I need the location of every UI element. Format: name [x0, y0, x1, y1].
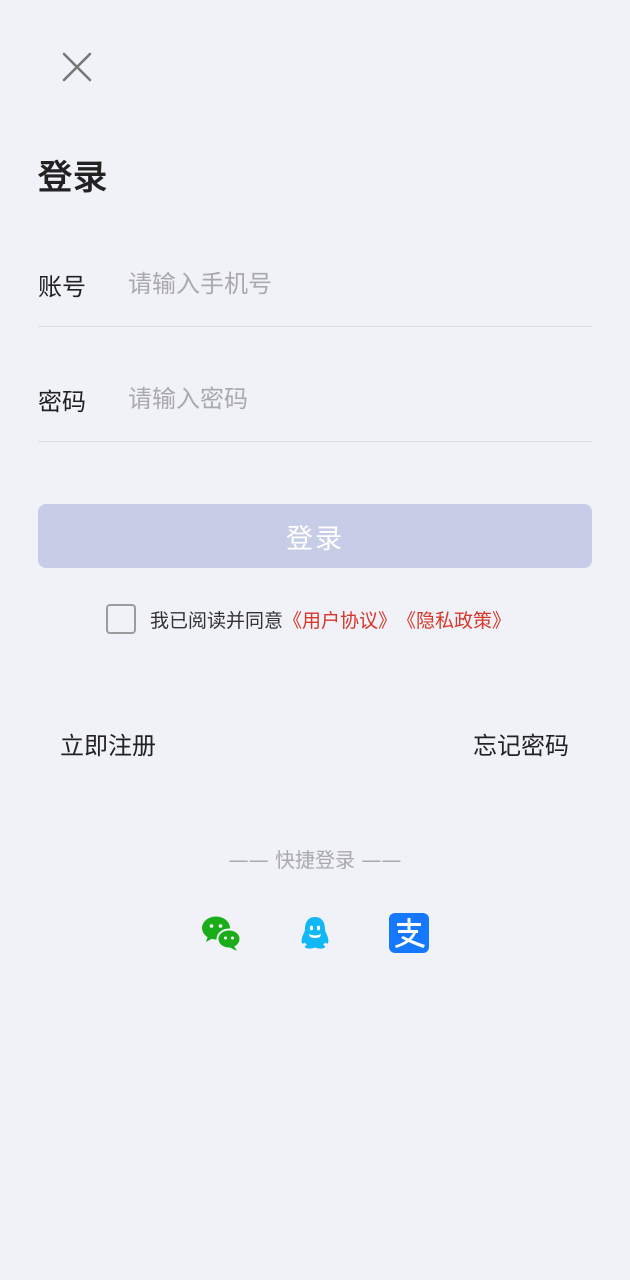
alipay-icon [389, 913, 429, 953]
qq-icon [301, 917, 329, 949]
agreement-checkbox[interactable] [106, 604, 136, 634]
agreement-text: 我已阅读并同意 [150, 609, 284, 632]
password-label: 密码 [38, 387, 86, 416]
qq-login-button[interactable] [294, 912, 336, 954]
quick-login-title: —— 快捷登录 —— [228, 848, 402, 872]
register-link[interactable]: 立即注册 [60, 726, 156, 761]
password-input[interactable] [128, 379, 592, 419]
forgot-password-link[interactable]: 忘记密码 [473, 726, 569, 761]
account-label: 账号 [38, 272, 86, 301]
alipay-login-button[interactable] [388, 912, 430, 954]
phone-input[interactable] [128, 264, 592, 304]
account-field-row: 账号 [38, 254, 592, 314]
privacy-policy-link[interactable]: 《隐私政策》 [397, 606, 511, 633]
login-button[interactable]: 登录 [38, 504, 592, 568]
divider [38, 441, 592, 442]
user-agreement-link[interactable]: 《用户协议》 [283, 606, 397, 633]
agreement-row: 我已阅读并同意 《用户协议》 《隐私政策》 [106, 603, 511, 635]
close-button[interactable] [58, 48, 96, 86]
divider [38, 326, 592, 327]
page-title: 登录 [38, 158, 108, 198]
password-field-row: 密码 [38, 369, 592, 429]
wechat-login-button[interactable] [200, 912, 242, 954]
wechat-icon [202, 916, 242, 951]
close-icon [62, 52, 92, 82]
social-login-group [0, 912, 630, 954]
